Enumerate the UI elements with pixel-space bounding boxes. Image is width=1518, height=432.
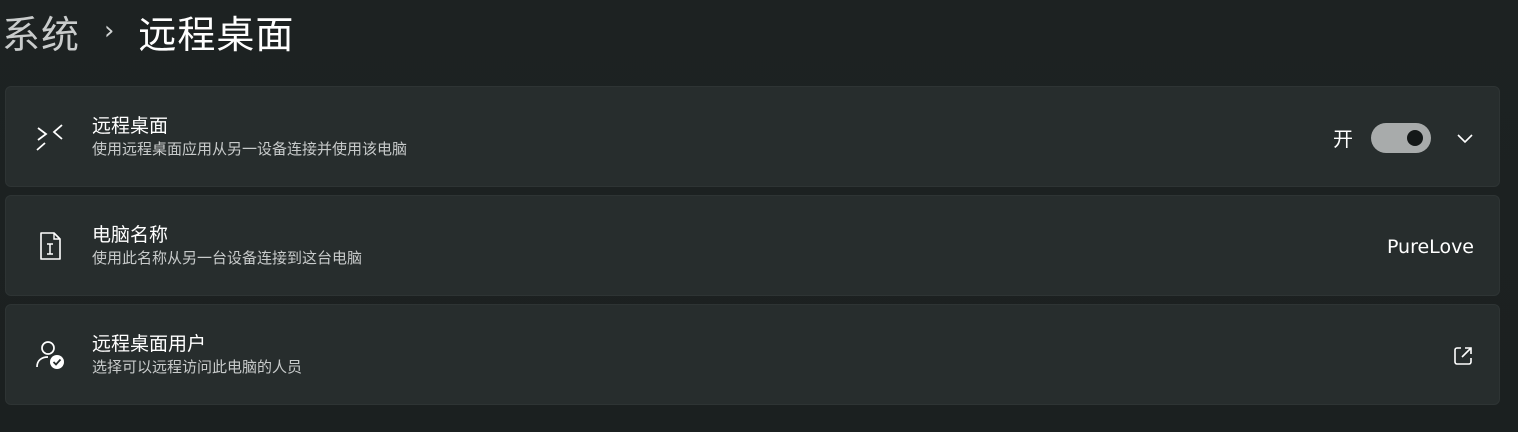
remote-desktop-card[interactable]: 远程桌面 使用远程桌面应用从另一设备连接并使用该电脑 开: [5, 86, 1500, 187]
page-title: 远程桌面: [138, 12, 295, 57]
pc-name-value-area: PureLove: [1387, 196, 1477, 297]
remote-desktop-text: 远程桌面 使用远程桌面应用从另一设备连接并使用该电脑: [92, 114, 407, 159]
toggle-knob: [1407, 129, 1423, 146]
pc-name-value: PureLove: [1386, 235, 1474, 258]
remote-desktop-title: 远程桌面: [92, 115, 169, 137]
remote-desktop-icon: [34, 121, 66, 153]
pc-name-text: 电脑名称 使用此名称从另一台设备连接到这台电脑: [92, 223, 362, 268]
pc-name-description: 使用此名称从另一台设备连接到这台电脑: [92, 249, 363, 267]
chevron-down-icon[interactable]: [1453, 126, 1477, 150]
remote-desktop-controls: 开: [1333, 87, 1477, 188]
user-check-icon: [34, 339, 66, 371]
remote-desktop-users-card[interactable]: 远程桌面用户 选择可以远程访问此电脑的人员: [5, 304, 1500, 405]
pc-name-title: 电脑名称: [92, 224, 169, 246]
pc-name-icon: [34, 230, 66, 262]
breadcrumb-system-link[interactable]: 系统: [2, 4, 80, 59]
remote-desktop-users-title: 远程桌面用户: [92, 333, 207, 355]
toggle-state-label: 开: [1333, 127, 1353, 151]
remote-desktop-users-action: [1451, 305, 1477, 406]
breadcrumb-separator: ›: [104, 16, 115, 46]
remote-desktop-users-text: 远程桌面用户 选择可以远程访问此电脑的人员: [92, 332, 302, 377]
remote-desktop-description: 使用远程桌面应用从另一设备连接并使用该电脑: [92, 140, 408, 158]
remote-desktop-toggle[interactable]: [1371, 122, 1431, 153]
remote-desktop-users-description: 选择可以远程访问此电脑的人员: [92, 358, 303, 376]
settings-page: 系统 › 远程桌面 远程桌面 使用远程桌面应用从另一设备连接并使用该电脑 开 电…: [0, 0, 1518, 432]
pc-name-card: 电脑名称 使用此名称从另一台设备连接到这台电脑 PureLove: [5, 195, 1500, 296]
breadcrumb: 系统 › 远程桌面: [2, 4, 294, 58]
open-external-icon[interactable]: [1451, 344, 1475, 368]
